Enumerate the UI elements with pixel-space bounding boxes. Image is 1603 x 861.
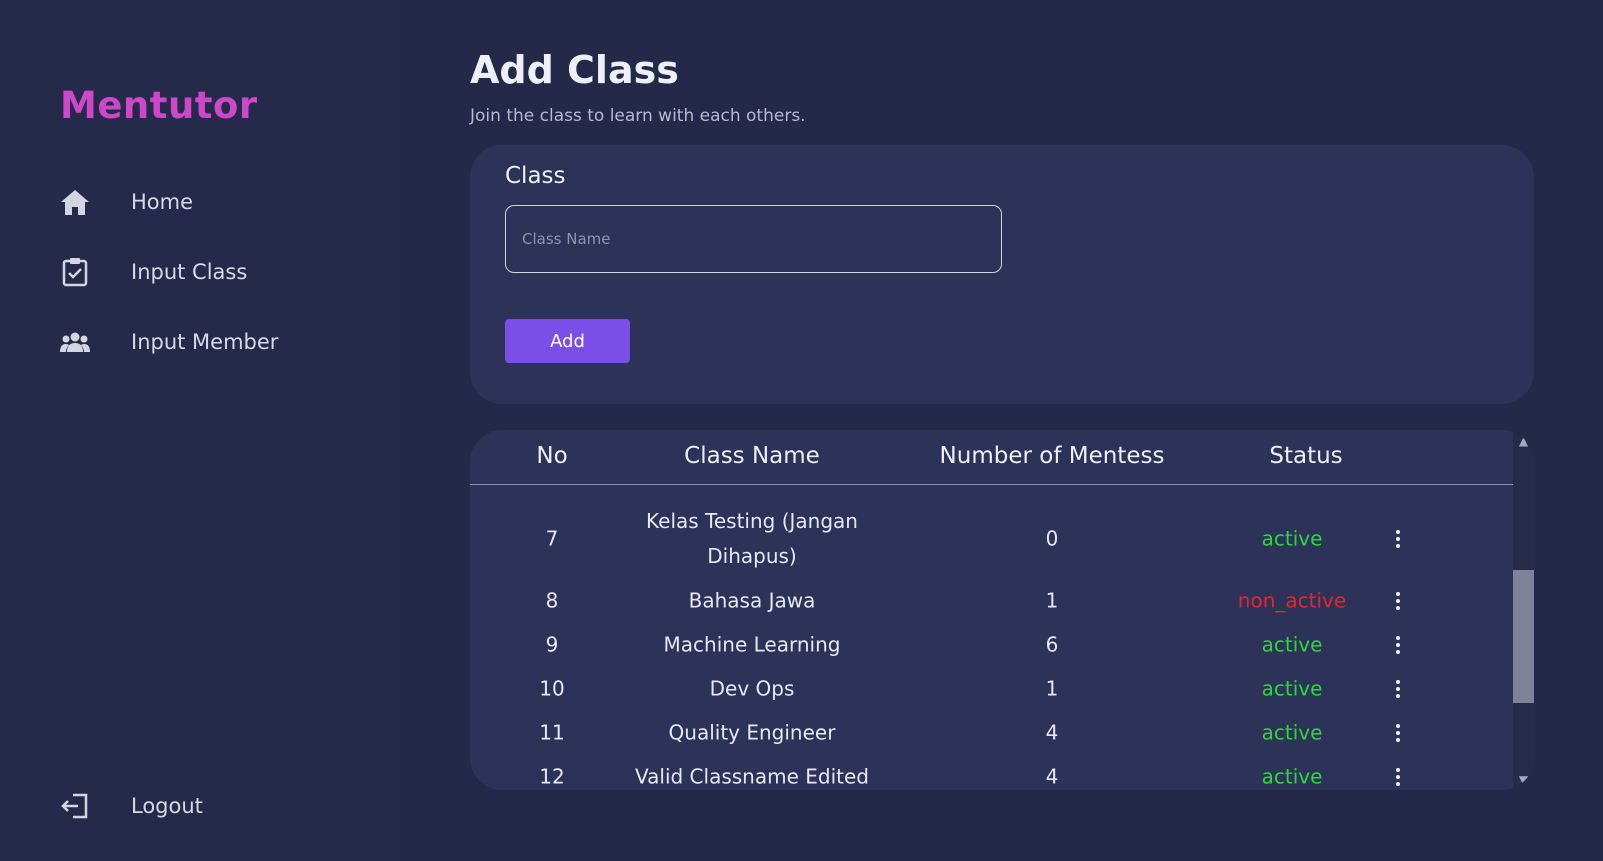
status-badge: active xyxy=(1261,526,1323,551)
cell-mentees: 1 xyxy=(1045,676,1059,701)
cell-mentees: 6 xyxy=(1045,632,1059,657)
row-menu-icon[interactable] xyxy=(1391,634,1405,656)
cell-class-name: Kelas Testing (Jangan Dihapus) xyxy=(646,509,858,568)
sidebar-item-home[interactable]: Home xyxy=(60,182,360,222)
table-row: 9 Machine Learning 6 active xyxy=(470,623,1513,667)
table-scrollbar[interactable]: ▲ ▼ xyxy=(1513,430,1534,790)
cell-mentees: 4 xyxy=(1045,720,1059,745)
table-row: 12 Valid Classname Edited 4 active xyxy=(470,755,1513,790)
main-content: Add Class Join the class to learn with e… xyxy=(400,0,1603,861)
table-row: 8 Bahasa Jawa 1 non_active xyxy=(470,579,1513,623)
table-body: 7 Kelas Testing (Jangan Dihapus) 0 activ… xyxy=(470,485,1513,790)
table-row: 10 Dev Ops 1 active xyxy=(470,667,1513,711)
logout-label: Logout xyxy=(131,794,203,818)
status-badge: active xyxy=(1261,676,1323,701)
class-name-input[interactable] xyxy=(505,205,1002,273)
sidebar-item-label: Home xyxy=(131,190,194,214)
scrollbar-thumb[interactable] xyxy=(1513,570,1534,703)
home-icon xyxy=(60,187,90,217)
status-badge: active xyxy=(1261,632,1323,657)
scroll-down-icon[interactable]: ▼ xyxy=(1513,769,1534,790)
sidebar-item-input-class[interactable]: Input Class xyxy=(60,252,360,292)
status-badge: active xyxy=(1261,764,1323,789)
cell-no: 9 xyxy=(545,632,559,657)
table-header: No Class Name Number of Mentess Status xyxy=(470,430,1513,485)
sidebar-item-label: Input Class xyxy=(131,260,248,284)
page-title: Add Class xyxy=(470,48,679,92)
page-subtitle: Join the class to learn with each others… xyxy=(470,106,806,126)
row-menu-icon[interactable] xyxy=(1391,528,1405,550)
column-header-mentees: Number of Mentess xyxy=(939,443,1165,469)
row-menu-icon[interactable] xyxy=(1391,766,1405,788)
cell-class-name: Valid Classname Edited xyxy=(635,764,869,789)
class-label: Class xyxy=(505,163,566,189)
cell-no: 10 xyxy=(539,676,565,701)
row-menu-icon[interactable] xyxy=(1391,678,1405,700)
cell-no: 11 xyxy=(539,720,565,745)
logout-icon xyxy=(60,791,90,821)
cell-no: 12 xyxy=(539,764,565,789)
sidebar: Mentutor Home Input Class Input Member L… xyxy=(0,0,400,861)
class-table: No Class Name Number of Mentess Status 7… xyxy=(470,430,1534,790)
add-class-form: Class Add xyxy=(470,145,1534,404)
app-logo: Mentutor xyxy=(60,84,258,127)
add-button[interactable]: Add xyxy=(505,319,630,363)
logout-button[interactable]: Logout xyxy=(60,786,360,826)
sidebar-item-input-member[interactable]: Input Member xyxy=(60,322,360,362)
table-row: 11 Quality Engineer 4 active xyxy=(470,711,1513,755)
row-menu-icon[interactable] xyxy=(1391,590,1405,612)
table-row: 7 Kelas Testing (Jangan Dihapus) 0 activ… xyxy=(470,499,1513,579)
status-badge: non_active xyxy=(1237,588,1347,613)
users-icon xyxy=(60,327,90,357)
cell-mentees: 0 xyxy=(1045,526,1059,551)
cell-class-name: Bahasa Jawa xyxy=(688,588,816,613)
status-badge: active xyxy=(1261,720,1323,745)
cell-no: 7 xyxy=(545,526,559,551)
column-header-class-name: Class Name xyxy=(684,443,820,469)
column-header-status: Status xyxy=(1269,443,1343,469)
sidebar-item-label: Input Member xyxy=(131,330,279,354)
cell-class-name: Dev Ops xyxy=(709,676,795,701)
cell-mentees: 4 xyxy=(1045,764,1059,789)
row-menu-icon[interactable] xyxy=(1391,722,1405,744)
scroll-up-icon[interactable]: ▲ xyxy=(1513,430,1534,451)
column-header-no: No xyxy=(536,443,568,469)
cell-class-name: Machine Learning xyxy=(663,632,841,657)
cell-mentees: 1 xyxy=(1045,588,1059,613)
cell-no: 8 xyxy=(545,588,559,613)
cell-class-name: Quality Engineer xyxy=(668,720,836,745)
clipboard-check-icon xyxy=(60,257,90,287)
